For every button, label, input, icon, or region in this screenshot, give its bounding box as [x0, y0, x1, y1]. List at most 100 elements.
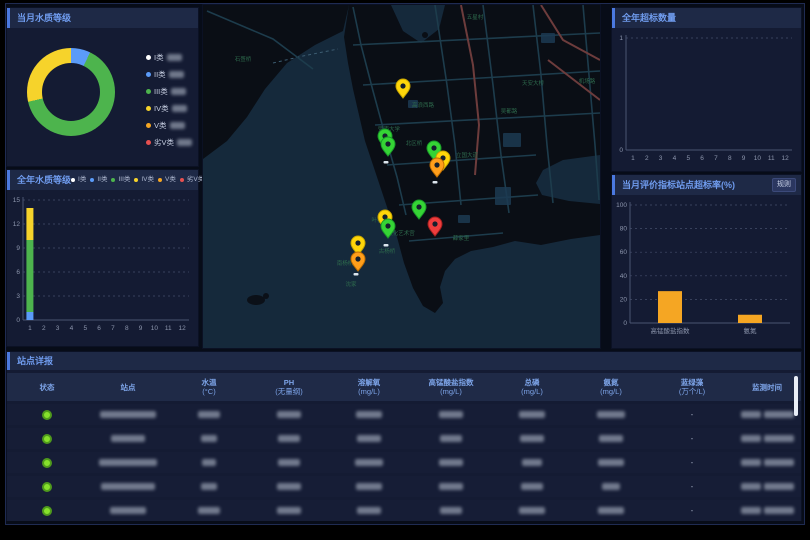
legend-label: 劣V类 [154, 137, 174, 148]
svg-text:高浪西路: 高浪西路 [412, 101, 435, 109]
svg-text:5: 5 [83, 325, 87, 332]
svg-text:7: 7 [111, 325, 115, 332]
panel-quality-year: 全年水质等级 I类II类III类IV类V类劣V类 036912151234567… [7, 170, 198, 346]
legend-dot [134, 178, 138, 182]
legend-dot [71, 178, 75, 182]
table-row[interactable]: - [7, 500, 801, 521]
value-redacted [519, 411, 545, 418]
algae-value: - [691, 506, 694, 515]
legend-item[interactable]: 劣V类 [146, 137, 192, 148]
panel-quality-month-header: 当月水质等级 [7, 8, 198, 28]
table-row[interactable]: - [7, 428, 801, 449]
value-redacted [598, 459, 624, 466]
station-table-title: 站点详报 [17, 352, 53, 370]
legend-item[interactable]: III类 [111, 170, 130, 190]
svg-text:立国大道: 立国大道 [456, 151, 479, 159]
svg-text:11: 11 [165, 325, 172, 332]
legend-item[interactable]: I类 [71, 170, 86, 190]
legend-label: III类 [154, 86, 168, 97]
legend-item[interactable]: III类 [146, 86, 192, 97]
svg-text:0: 0 [16, 317, 20, 324]
value-redacted [439, 411, 463, 418]
value-redacted [201, 483, 217, 490]
legend-value-redacted [172, 105, 187, 112]
svg-text:11: 11 [768, 155, 775, 162]
svg-text:8: 8 [728, 155, 732, 162]
table-column-headers: 状态站点水温(°C)PH(无量纲)溶解氧(mg/L)高锰酸盐指数(mg/L)总磷… [7, 373, 801, 401]
donut-chart [27, 48, 115, 136]
svg-text:0: 0 [619, 147, 623, 154]
table-row[interactable]: - [7, 452, 801, 473]
svg-text:40: 40 [620, 273, 628, 280]
legend-item[interactable]: IV类 [134, 170, 154, 190]
status-dot-normal [42, 434, 52, 444]
svg-text:80: 80 [620, 226, 628, 233]
legend-value-redacted [167, 54, 182, 61]
svg-text:9: 9 [139, 325, 143, 332]
svg-text:8: 8 [125, 325, 129, 332]
column-header: PH(无量纲) [249, 373, 329, 401]
svg-text:7: 7 [714, 155, 718, 162]
legend-item[interactable]: IV类 [146, 103, 192, 114]
column-header: 站点 [87, 373, 169, 401]
value-redacted [520, 435, 544, 442]
svg-text:6: 6 [16, 269, 20, 276]
value-redacted [278, 459, 300, 466]
column-header: 状态 [7, 373, 87, 401]
svg-text:2: 2 [645, 155, 649, 162]
legend-dot [180, 178, 184, 182]
status-dot-normal [42, 410, 52, 420]
station-name-redacted [100, 411, 156, 418]
svg-text:15: 15 [13, 197, 21, 204]
svg-text:北区桥: 北区桥 [406, 139, 423, 147]
panel-exceed-year-header: 全年超标数量 [612, 8, 801, 28]
table-body: - - - - - [7, 404, 801, 521]
quality-year-legend: I类 II类 III类IV类V类劣V类 [71, 170, 208, 190]
svg-text:0: 0 [623, 320, 627, 327]
legend-item[interactable]: V类 [146, 120, 192, 131]
svg-text:5: 5 [686, 155, 690, 162]
station-name-redacted [110, 507, 146, 514]
legend-item[interactable]: II类 [146, 69, 192, 80]
legend-item[interactable]: I类 [146, 52, 192, 63]
station-table-header: 站点详报 [7, 352, 801, 370]
rule-button[interactable]: 规则 [772, 178, 796, 192]
station-name-redacted [101, 483, 155, 490]
legend-label: II类 [97, 170, 107, 190]
svg-text:4: 4 [70, 325, 74, 332]
value-redacted [277, 507, 301, 514]
status-dot-normal [42, 506, 52, 516]
panel-exceed-rate-header: 当月评价指标站点超标率(%) 规则 [612, 175, 801, 195]
map-islet [422, 32, 428, 38]
svg-text:20: 20 [620, 296, 628, 303]
svg-text:4: 4 [673, 155, 677, 162]
exceed-rate-chart: 020406080100高锰酸盐指数氨氮 [612, 195, 801, 345]
map-container[interactable]: 石疍桥五星村天安大桥机场路吴都路高浪西路暨南大学北区桥立国大道叶春文化艺术宫薛家… [203, 5, 600, 348]
value-redacted [277, 411, 301, 418]
column-header: 蓝绿藻(万个/L) [651, 373, 733, 401]
legend-item[interactable]: V类 [158, 170, 176, 190]
monitor-date-redacted [741, 435, 761, 442]
value-redacted [519, 507, 545, 514]
legend-dot [146, 106, 151, 111]
value-redacted [198, 507, 220, 514]
svg-text:12: 12 [13, 221, 21, 228]
value-redacted [602, 483, 620, 490]
svg-text:9: 9 [16, 245, 20, 252]
table-row[interactable]: - [7, 476, 801, 497]
algae-value: - [691, 458, 694, 467]
legend-value-redacted [169, 71, 184, 78]
legend-dot [146, 140, 151, 145]
exceed-year-chart: 01123456789101112 [612, 28, 801, 168]
svg-text:石疍桥: 石疍桥 [235, 55, 252, 63]
table-row[interactable]: - [7, 404, 801, 425]
svg-text:1: 1 [631, 155, 635, 162]
svg-text:天安大桥: 天安大桥 [522, 79, 545, 87]
legend-item[interactable]: 劣V类 [180, 170, 204, 190]
panel-quality-year-header: 全年水质等级 I类II类III类IV类V类劣V类 [7, 170, 198, 190]
table-scrollbar[interactable] [794, 376, 798, 416]
legend-item[interactable]: II类 [90, 170, 107, 190]
panel-exceed-rate: 当月评价指标站点超标率(%) 规则 020406080100高锰酸盐指数氨氮 [612, 175, 801, 348]
svg-text:五星村: 五星村 [467, 13, 484, 21]
monitor-date-redacted [741, 411, 761, 418]
